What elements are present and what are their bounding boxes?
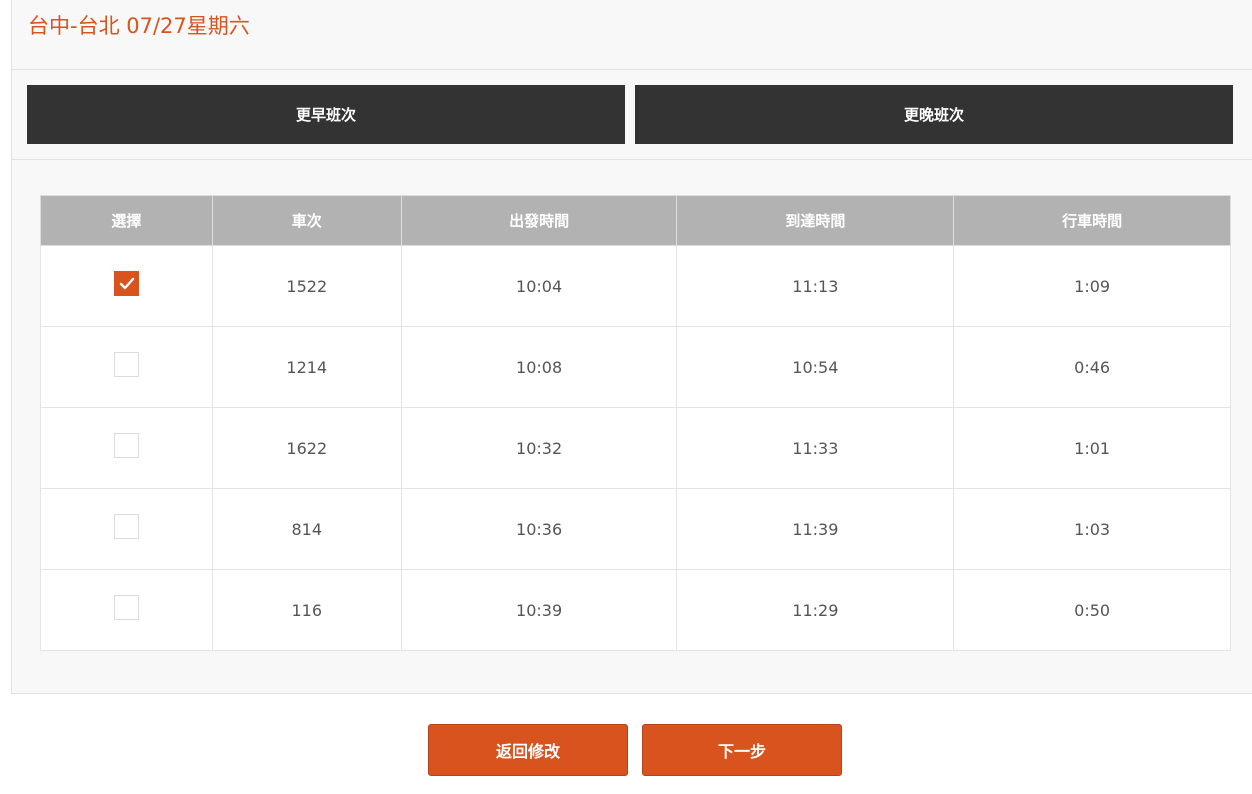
divider <box>12 69 1252 70</box>
select-cell <box>40 326 213 408</box>
checkmark-icon <box>119 277 135 289</box>
page-title: 台中-台北 07/27星期六 <box>28 14 250 38</box>
back-edit-button[interactable]: 返回修改 <box>428 724 628 776</box>
departure-cell: 10:08 <box>400 326 678 408</box>
next-step-button[interactable]: 下一步 <box>642 724 842 776</box>
arrival-cell: 11:33 <box>676 407 955 489</box>
train-no-cell: 1214 <box>211 326 402 408</box>
table-row[interactable]: 1522 10:04 11:13 1:09 <box>40 245 1231 327</box>
later-trains-button[interactable]: 更晚班次 <box>635 85 1233 144</box>
train-no-cell: 1522 <box>211 245 402 327</box>
train-no-cell: 814 <box>211 488 402 570</box>
column-header-train-no: 車次 <box>211 195 402 246</box>
select-cell <box>40 245 213 327</box>
train-table: 選擇 車次 出發時間 到達時間 行車時間 1522 10:04 11:13 1:… <box>40 195 1231 651</box>
duration-cell: 1:03 <box>953 488 1231 570</box>
departure-cell: 10:04 <box>400 245 678 327</box>
departure-cell: 10:39 <box>400 569 678 651</box>
duration-cell: 1:09 <box>953 245 1231 327</box>
train-select-checkbox[interactable] <box>113 351 139 377</box>
arrival-cell: 11:13 <box>676 245 955 327</box>
departure-cell: 10:36 <box>400 488 678 570</box>
train-select-checkbox[interactable] <box>113 513 139 539</box>
arrival-cell: 11:39 <box>676 488 955 570</box>
table-header-row: 選擇 車次 出發時間 到達時間 行車時間 <box>40 195 1231 246</box>
train-selection-panel: 台中-台北 07/27星期六 更早班次 更晚班次 選擇 車次 出發時間 到達時間… <box>11 0 1252 694</box>
column-header-departure: 出發時間 <box>400 195 678 246</box>
train-no-cell: 1622 <box>211 407 402 489</box>
table-row[interactable]: 1622 10:32 11:33 1:01 <box>40 407 1231 489</box>
select-cell <box>40 407 213 489</box>
column-header-arrival: 到達時間 <box>676 195 955 246</box>
duration-cell: 0:46 <box>953 326 1231 408</box>
departure-cell: 10:32 <box>400 407 678 489</box>
train-select-checkbox[interactable] <box>113 270 139 296</box>
train-select-checkbox[interactable] <box>113 432 139 458</box>
earlier-trains-button[interactable]: 更早班次 <box>27 85 625 144</box>
train-select-checkbox[interactable] <box>113 594 139 620</box>
select-cell <box>40 488 213 570</box>
table-row[interactable]: 116 10:39 11:29 0:50 <box>40 569 1231 651</box>
table-row[interactable]: 1214 10:08 10:54 0:46 <box>40 326 1231 408</box>
column-header-duration: 行車時間 <box>953 195 1231 246</box>
train-no-cell: 116 <box>211 569 402 651</box>
column-header-select: 選擇 <box>40 195 213 246</box>
duration-cell: 0:50 <box>953 569 1231 651</box>
arrival-cell: 11:29 <box>676 569 955 651</box>
duration-cell: 1:01 <box>953 407 1231 489</box>
table-row[interactable]: 814 10:36 11:39 1:03 <box>40 488 1231 570</box>
arrival-cell: 10:54 <box>676 326 955 408</box>
divider <box>12 159 1252 160</box>
select-cell <box>40 569 213 651</box>
